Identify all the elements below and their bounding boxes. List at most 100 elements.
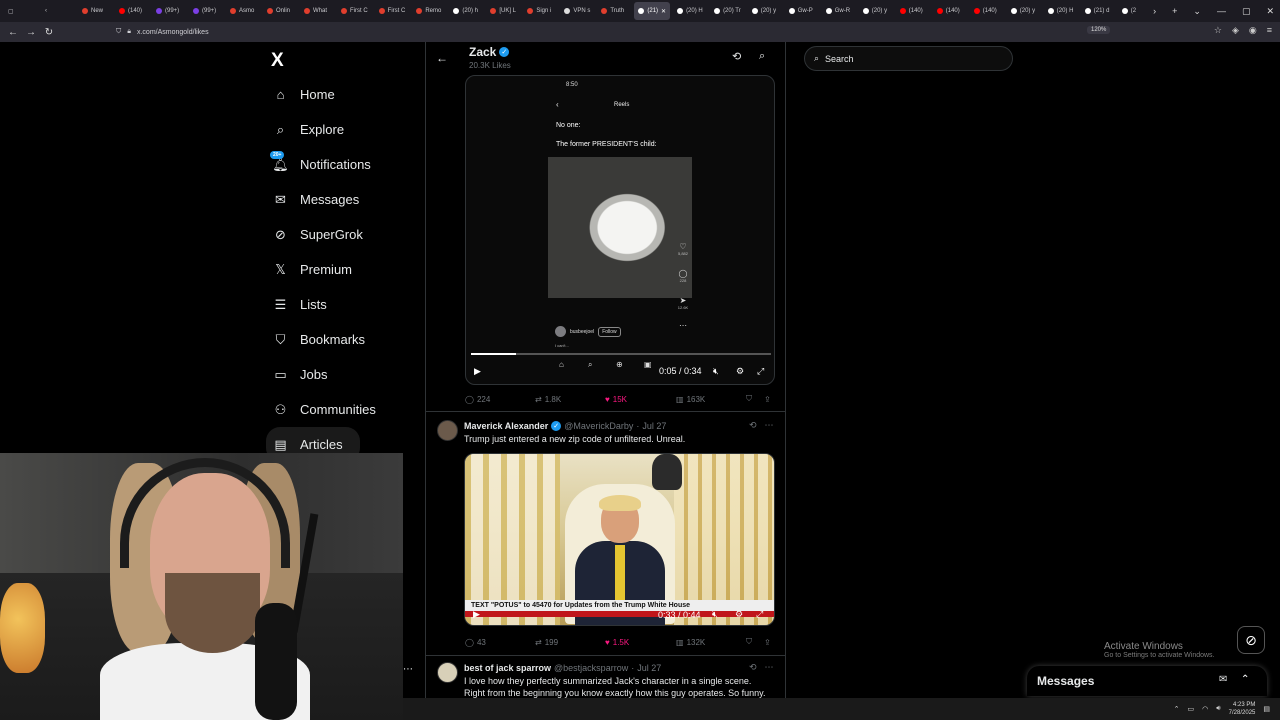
video-progress-bar[interactable]	[471, 353, 771, 355]
post-date[interactable]: Jul 27	[642, 421, 666, 431]
browser-tab[interactable]: New	[78, 2, 112, 20]
like-button[interactable]: ♥ 1.5K	[605, 638, 629, 647]
author-handle[interactable]: @MaverickDarby	[564, 421, 633, 431]
sidebar-item-lists[interactable]: ☰ Lists	[266, 287, 416, 322]
menu-icon[interactable]: ≡	[1267, 25, 1272, 36]
search-icon[interactable]: ⌕	[759, 50, 765, 63]
new-message-icon[interactable]: ✉	[1219, 674, 1227, 685]
author-handle[interactable]: @bestjacksparrow	[554, 663, 628, 673]
close-window-button[interactable]: ✕	[1266, 6, 1274, 17]
browser-tab[interactable]: (21) ✕	[634, 2, 671, 20]
post-video[interactable]: TEXT "POTUS" to 45470 for Updates from t…	[464, 453, 775, 626]
mute-icon[interactable]: 🔇︎	[713, 366, 719, 377]
like-button[interactable]: ♥ 15K	[605, 395, 627, 404]
browser-tab[interactable]: Remo	[412, 2, 446, 20]
grok-refresh-icon[interactable]: ⟲	[732, 50, 741, 63]
bookmark-icon[interactable]: ⛉	[746, 394, 752, 404]
browser-tab[interactable]: (99+)	[189, 2, 223, 20]
tab-scroll-right[interactable]: ›	[1153, 6, 1156, 16]
repost-button[interactable]: ⇄ 199	[535, 638, 558, 647]
browser-tab[interactable]: (20) y	[1007, 2, 1041, 20]
mute-icon[interactable]: 🔇︎	[712, 609, 718, 620]
forward-button[interactable]: →	[22, 27, 40, 38]
close-tab-icon[interactable]: ✕	[661, 8, 666, 15]
browser-tab[interactable]: (21) d	[1081, 2, 1115, 20]
browser-tab[interactable]: (140)	[115, 2, 149, 20]
sidebar-item-jobs[interactable]: ▭ Jobs	[266, 357, 416, 392]
sidebar-item-home[interactable]: ⌂ Home	[266, 77, 416, 112]
network-icon[interactable]: ▭	[1188, 705, 1195, 713]
share-icon[interactable]: ⇪	[764, 638, 771, 647]
settings-gear-icon[interactable]: ⚙	[735, 609, 743, 620]
reload-button[interactable]: ↻	[40, 27, 58, 38]
browser-tab[interactable]: VPN s	[560, 2, 594, 20]
browser-tab[interactable]: (140)	[970, 2, 1004, 20]
search-input[interactable]: ⌕ Search	[804, 46, 1013, 71]
views-button[interactable]: ▥ 163K	[676, 395, 705, 404]
views-button[interactable]: ▥ 132K	[676, 638, 705, 647]
sidebar-item-messages[interactable]: ✉ Messages	[266, 182, 416, 217]
grok-icon[interactable]: ⟲	[749, 420, 757, 431]
url-bar[interactable]: ⛉ 🔒︎ x.com/Asmongold/likes	[116, 24, 1126, 40]
sidebar-item-premium[interactable]: 𝕏 Premium	[266, 252, 416, 287]
reply-button[interactable]: ◯ 43	[465, 638, 486, 647]
browser-tab[interactable]: First C	[337, 2, 372, 20]
tab-list-button[interactable]: ▢	[4, 2, 38, 20]
account-icon[interactable]: ◉	[1249, 25, 1257, 36]
play-icon[interactable]: ▶	[473, 609, 480, 620]
zoom-level[interactable]: 120%	[1087, 26, 1111, 34]
post-video[interactable]: 8:50 ‹ Reels No one: The former PRESIDEN…	[465, 75, 775, 385]
play-icon[interactable]: ▶	[474, 366, 481, 377]
grok-icon[interactable]: ⟲	[749, 662, 757, 673]
browser-tab[interactable]: (20) h	[449, 2, 483, 20]
avatar[interactable]	[437, 420, 458, 441]
sidebar-item-explore[interactable]: ⌕ Explore	[266, 112, 416, 147]
browser-tab[interactable]: (20) y	[859, 2, 893, 20]
browser-tab[interactable]: (140)	[933, 2, 967, 20]
repost-button[interactable]: ⇄ 1.8K	[535, 395, 561, 404]
minimize-button[interactable]: —	[1217, 6, 1226, 16]
browser-tab[interactable]: Gw-R	[822, 2, 856, 20]
new-tab-button[interactable]: +	[1172, 6, 1177, 16]
fullscreen-icon[interactable]: ⤢	[756, 609, 763, 620]
fullscreen-icon[interactable]: ⤢	[757, 366, 764, 377]
sidebar-item-bookmarks[interactable]: ⛉ Bookmarks	[266, 322, 416, 357]
browser-tab[interactable]: Sign i	[523, 2, 557, 20]
browser-tab[interactable]: What	[300, 2, 334, 20]
more-icon[interactable]: ⋯	[765, 420, 774, 431]
messages-drawer[interactable]: Messages ✉ ⌃	[1027, 666, 1267, 696]
star-icon[interactable]: ☆	[1214, 25, 1222, 36]
browser-tab[interactable]: (20) H	[1044, 2, 1078, 20]
author-name[interactable]: Maverick Alexander	[464, 421, 548, 431]
browser-tab[interactable]: First C	[375, 2, 410, 20]
maximize-button[interactable]: ▢	[1242, 6, 1251, 17]
extension-icon[interactable]: ◈	[1232, 25, 1239, 36]
x-logo[interactable]: X	[271, 50, 284, 72]
more-icon[interactable]: ⋯	[765, 662, 774, 673]
avatar[interactable]	[437, 662, 458, 683]
sidebar-item-notifications[interactable]: 🔔︎ Notifications 20+	[266, 147, 416, 182]
taskbar-clock[interactable]: 4:23 PM 7/28/2025	[1229, 701, 1256, 717]
notifications-icon[interactable]: ▤	[1263, 705, 1270, 713]
settings-gear-icon[interactable]: ⚙	[736, 366, 744, 377]
back-button[interactable]: ←	[4, 27, 22, 38]
sidebar-item-supergrok[interactable]: ⊘ SuperGrok	[266, 217, 416, 252]
tab-menu-chevron-icon[interactable]: ⌄	[1193, 6, 1201, 17]
tab-scroll-left[interactable]: ‹	[41, 2, 75, 20]
sidebar-item-communities[interactable]: ⚇ Communities	[266, 392, 416, 427]
share-icon[interactable]: ⇪	[764, 395, 771, 404]
browser-tab[interactable]: (99+)	[152, 2, 186, 20]
browser-tab[interactable]: Gw-P	[785, 2, 819, 20]
browser-tab[interactable]: [UK] L	[486, 2, 520, 20]
browser-tab[interactable]: Truth	[597, 2, 631, 20]
expand-chevron-icon[interactable]: ⌃	[1241, 674, 1249, 685]
browser-tab[interactable]: (20) H	[673, 2, 707, 20]
more-icon[interactable]: ⋯	[403, 664, 413, 675]
browser-tab[interactable]: Onlin	[263, 2, 297, 20]
browser-tab[interactable]: (20) Tr	[710, 2, 745, 20]
browser-tab[interactable]: (20) y	[748, 2, 782, 20]
post-date[interactable]: Jul 27	[637, 663, 661, 673]
tray-chevron-icon[interactable]: ⌃	[1174, 705, 1180, 713]
back-arrow-icon[interactable]: ←	[436, 51, 448, 65]
browser-tab[interactable]: Asmo	[226, 2, 260, 20]
